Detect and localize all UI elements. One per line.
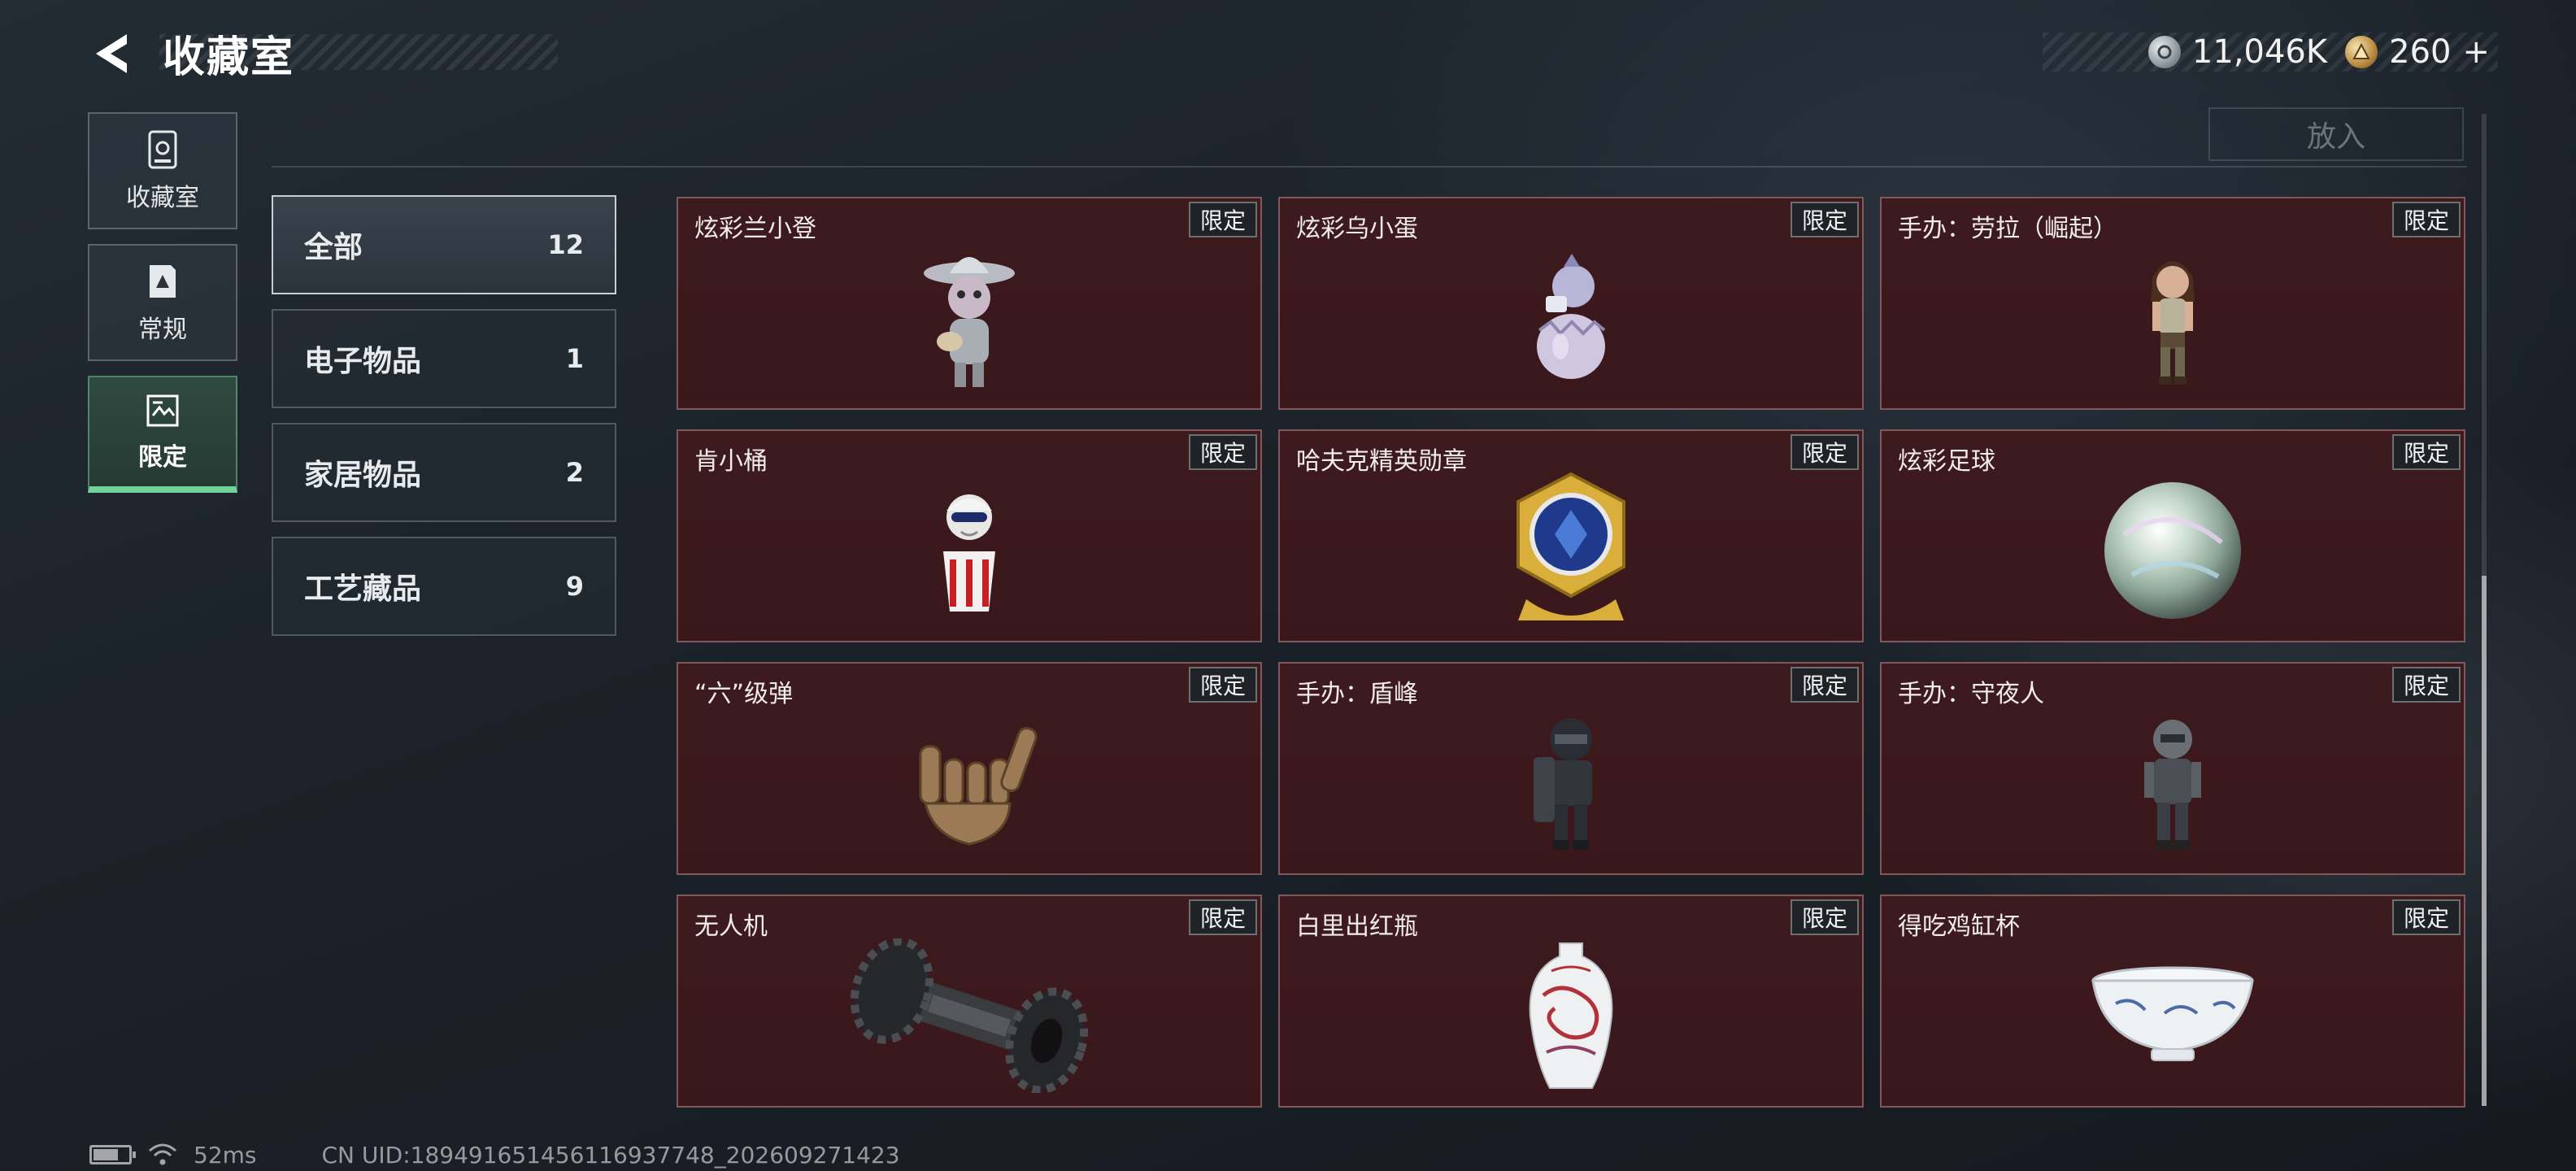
gold-currency-value: 260 xyxy=(2389,33,2452,71)
limited-badge: 限定 xyxy=(1188,899,1257,935)
silver-currency-value: 11,046K xyxy=(2191,33,2328,71)
limited-badge: 限定 xyxy=(2391,202,2461,237)
limited-badge: 限定 xyxy=(1188,202,1257,237)
collection-card[interactable]: 手办：盾峰 限定 xyxy=(1278,662,1864,875)
category-all[interactable]: 全部 12 xyxy=(272,195,616,294)
collection-card[interactable]: 手办：劳拉（崛起） 限定 xyxy=(1880,197,2465,410)
bullet-hand-icon xyxy=(919,726,1038,846)
limited-badge: 限定 xyxy=(1188,667,1257,703)
category-count: 9 xyxy=(565,571,584,602)
latency-text: 52ms xyxy=(194,1141,257,1169)
mariachi-figure-icon xyxy=(924,257,1015,387)
top-header: 收藏室 11,046K 260 + xyxy=(0,0,2576,106)
nav-label-collection-room: 收藏室 xyxy=(126,184,199,212)
collection-card[interactable]: “六”级弹 限定 xyxy=(677,662,1262,875)
nav-item-collection-room[interactable]: 收藏室 xyxy=(88,112,237,229)
limited-badge: 限定 xyxy=(2391,434,2461,470)
regular-icon xyxy=(150,265,176,298)
back-button[interactable] xyxy=(88,29,137,78)
limited-badge: 限定 xyxy=(1790,202,1859,237)
top-divider xyxy=(272,166,2467,168)
category-count: 1 xyxy=(565,343,584,374)
limited-badge: 限定 xyxy=(2391,899,2461,935)
bucket-figure-icon xyxy=(943,494,995,612)
nav-label-limited: 限定 xyxy=(138,443,187,472)
currency-bar: 11,046K 260 + xyxy=(2043,33,2498,72)
night-watch-figure-icon xyxy=(2144,720,2201,850)
iridescent-ball-icon xyxy=(2104,482,2241,619)
scroll-thumb[interactable] xyxy=(2482,576,2487,1106)
collection-card[interactable]: 哈夫克精英勋章 限定 xyxy=(1278,429,1864,642)
grid-scrollbar[interactable] xyxy=(2482,114,2487,1106)
nav-label-regular: 常规 xyxy=(138,316,187,344)
limited-icon xyxy=(146,394,179,427)
battery-icon xyxy=(89,1145,136,1164)
shield-soldier-figure-icon xyxy=(1534,718,1592,850)
category-crafts[interactable]: 工艺藏品 9 xyxy=(272,537,616,636)
left-nav: 收藏室 常规 限定 xyxy=(88,112,237,507)
collection-card[interactable]: 白里出红瓶 限定 xyxy=(1278,895,1864,1108)
collection-card[interactable]: 肯小桶 限定 xyxy=(677,429,1262,642)
lara-figure-icon xyxy=(2151,261,2195,385)
porcelain-vase-icon xyxy=(1529,942,1613,1089)
limited-badge: 限定 xyxy=(1188,434,1257,470)
elite-medal-icon xyxy=(1516,472,1625,620)
wifi-icon xyxy=(149,1143,176,1165)
category-list: 全部 12 电子物品 1 家居物品 2 工艺藏品 9 xyxy=(272,195,618,651)
limited-badge: 限定 xyxy=(2391,667,2461,703)
collection-card[interactable]: 得吃鸡缸杯 限定 xyxy=(1880,895,2465,1108)
category-count: 2 xyxy=(565,457,584,488)
porcelain-cup-icon xyxy=(2091,966,2254,1061)
egg-figure-icon xyxy=(1537,254,1606,379)
category-label: 家居物品 xyxy=(304,459,422,492)
status-bar: 52ms CN UID:1894916514561169377​48_20260… xyxy=(89,1140,900,1169)
nav-item-regular[interactable]: 常规 xyxy=(88,244,237,361)
collection-room-icon xyxy=(148,130,177,169)
category-label: 全部 xyxy=(304,231,363,264)
category-home[interactable]: 家居物品 2 xyxy=(272,423,616,522)
collection-card[interactable]: 炫彩足球 限定 xyxy=(1880,429,2465,642)
limited-badge: 限定 xyxy=(1790,667,1859,703)
collection-grid: 炫彩兰小登 限定 炫彩乌小蛋 限定 手办：劳拉（崛起） 限定 肯小桶 限定 哈夫… xyxy=(677,197,2465,1109)
back-arrow-icon xyxy=(96,34,127,73)
category-label: 工艺藏品 xyxy=(304,572,422,606)
add-currency-button[interactable]: + xyxy=(2462,33,2490,71)
limited-badge: 限定 xyxy=(1790,899,1859,935)
collection-card[interactable]: 无人机 限定 xyxy=(677,895,1262,1108)
category-label: 电子物品 xyxy=(304,345,422,378)
place-button[interactable]: 放入 xyxy=(2208,107,2464,161)
category-count: 12 xyxy=(547,229,584,260)
drone-wheel-icon xyxy=(850,938,1089,1093)
category-electronics[interactable]: 电子物品 1 xyxy=(272,309,616,408)
nav-item-limited[interactable]: 限定 xyxy=(88,376,237,493)
silver-currency[interactable]: 11,046K xyxy=(2147,33,2328,71)
collection-card[interactable]: 炫彩兰小登 限定 xyxy=(677,197,1262,410)
silver-coin-icon xyxy=(2147,36,2181,68)
limited-badge: 限定 xyxy=(1790,434,1859,470)
gold-currency[interactable]: 260 + xyxy=(2345,33,2490,71)
gold-coin-icon xyxy=(2345,36,2378,68)
collection-card[interactable]: 炫彩乌小蛋 限定 xyxy=(1278,197,1864,410)
page-title: 收藏室 xyxy=(163,33,295,82)
uid-text: CN UID:1894916514561169377​48_2026092714… xyxy=(321,1141,900,1169)
collection-card[interactable]: 手办：守夜人 限定 xyxy=(1880,662,2465,875)
